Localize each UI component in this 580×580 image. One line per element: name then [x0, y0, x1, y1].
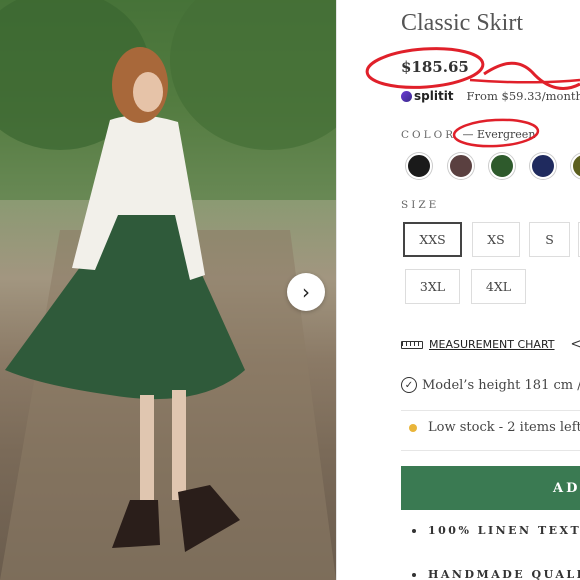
column-divider [336, 0, 337, 580]
product-photo-illustration [0, 0, 336, 580]
next-image-button[interactable]: › [287, 273, 325, 311]
stock-row: Low stock - 2 items left [401, 420, 580, 435]
model-height-row: ✓ Model’s height 181 cm / [401, 377, 580, 393]
info-divider [401, 410, 580, 411]
installment-text: From $59.33/month [466, 89, 580, 103]
stock-status-dot [409, 423, 417, 432]
product-title: Classic Skirt [401, 10, 524, 36]
size-option-xxs[interactable]: XXS [403, 222, 462, 257]
chevron-right-icon: › [302, 280, 310, 304]
color-swatch-navy[interactable] [530, 153, 556, 179]
bullet-icon [412, 572, 416, 577]
ruler-icon [401, 340, 423, 349]
share-icon[interactable]: < [571, 337, 580, 352]
color-label: COLOR [401, 129, 457, 141]
color-swatch-evergreen[interactable] [489, 153, 515, 179]
splitit-installments[interactable]: splitit From $59.33/month [401, 89, 580, 103]
splitit-icon [401, 90, 412, 102]
feature-text: HANDMADE QUALI [428, 568, 580, 580]
size-option-3xl[interactable]: 3XL [405, 269, 460, 304]
add-to-cart-button[interactable]: AD [401, 466, 580, 510]
measurement-chart-text: MEASUREMENT CHART [429, 338, 555, 351]
feature-item: 100% LINEN TEXTI [412, 524, 580, 537]
product-image[interactable]: › [0, 0, 336, 580]
color-label-row: COLOR — Evergreen [401, 128, 535, 141]
feature-item: HANDMADE QUALI [412, 568, 580, 580]
size-option-xs[interactable]: XS [472, 222, 520, 257]
model-height-text: Model’s height 181 cm / [422, 377, 580, 393]
color-swatch-brown[interactable] [448, 153, 474, 179]
stock-text: Low stock - 2 items left [428, 420, 580, 435]
selected-color-name: — Evergreen [462, 128, 536, 141]
product-price: $185.65 [401, 58, 469, 76]
feature-text: 100% LINEN TEXTI [428, 524, 580, 537]
size-label: SIZE [401, 199, 440, 211]
check-circle-icon: ✓ [401, 377, 417, 393]
color-swatch-olive[interactable] [571, 153, 580, 179]
size-option-s[interactable]: S [529, 222, 570, 257]
splitit-logo: splitit [401, 89, 454, 103]
splitit-logo-text: splitit [414, 89, 454, 103]
measurement-chart-link[interactable]: MEASUREMENT CHART < [401, 337, 580, 352]
stock-divider [401, 450, 580, 451]
color-swatch-black[interactable] [406, 153, 432, 179]
bullet-icon [412, 528, 416, 533]
size-option-4xl[interactable]: 4XL [471, 269, 526, 304]
